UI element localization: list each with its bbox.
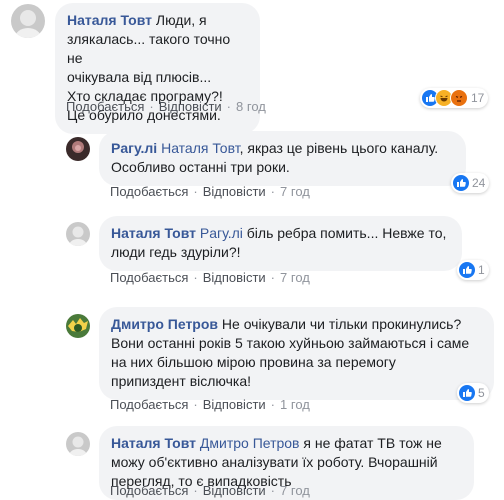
separator: · xyxy=(193,397,198,412)
avatar-photo xyxy=(69,436,87,456)
mention-link[interactable]: Paгу.лі xyxy=(200,225,243,241)
comment-author[interactable]: Paгу.лі xyxy=(111,140,157,156)
comment-actions: Подобається · Відповісти · 1 год xyxy=(110,397,310,412)
reaction-summary[interactable]: 17 xyxy=(420,88,489,108)
comment-actions: Подобається · Відповісти · 7 год xyxy=(110,184,310,199)
avatar[interactable] xyxy=(66,137,90,161)
like-link[interactable]: Подобається xyxy=(66,99,144,114)
separator: · xyxy=(270,397,276,412)
like-link[interactable]: Подобається xyxy=(110,397,188,412)
comment-time[interactable]: 7 год xyxy=(280,483,310,498)
comment-bubble: Наталя Товт Люди, я злякалась... такого … xyxy=(55,3,260,134)
reaction-summary[interactable]: 24 xyxy=(451,173,490,193)
comment-text: , якраз це рівень цього каналу. xyxy=(239,140,439,156)
like-link[interactable]: Подобається xyxy=(110,270,188,285)
comment-text: я не фатат ТВ тож не xyxy=(299,435,442,451)
comment-text: біль ребра помить... Невже то, xyxy=(242,225,447,241)
comment-bubble: Дмитро Петров Не очікували чи тільки про… xyxy=(99,307,494,400)
reply-link[interactable]: Відповісти xyxy=(203,483,266,498)
avatar[interactable] xyxy=(11,4,45,38)
comment-time[interactable]: 7 год xyxy=(280,270,310,285)
comment-text: очікувала від плюсів... xyxy=(67,69,212,85)
comment-text: припиздент віслючка! xyxy=(111,373,251,389)
comment-text: Не очікували чи тільки прокинулись? xyxy=(218,316,462,332)
avatar[interactable] xyxy=(66,432,90,456)
like-reaction-icon xyxy=(459,262,475,278)
mention-link[interactable]: Наталя Товт xyxy=(161,140,240,156)
reply-link[interactable]: Відповісти xyxy=(203,397,266,412)
separator: · xyxy=(193,184,198,199)
like-reaction-icon xyxy=(453,175,469,191)
comment-actions: Подобається · Відповісти · 7 год xyxy=(110,483,310,498)
comment-author[interactable]: Наталя Товт xyxy=(111,435,196,451)
like-link[interactable]: Подобається xyxy=(110,184,188,199)
comment-bubble: Наталя Товт Paгу.лі біль ребра помить...… xyxy=(99,216,462,271)
reaction-summary[interactable]: 1 xyxy=(457,260,489,280)
comment-author[interactable]: Наталя Товт xyxy=(67,12,152,28)
mention-link[interactable]: Дмитро Петров xyxy=(200,435,300,451)
avatar-photo xyxy=(15,10,41,38)
comment-time[interactable]: 8 год xyxy=(236,99,266,114)
comment-text: можу об'єктивно аналізувати їх роботу. В… xyxy=(111,454,438,470)
comment-author[interactable]: Наталя Товт xyxy=(111,225,196,241)
separator: · xyxy=(193,270,198,285)
reply-link[interactable]: Відповісти xyxy=(159,99,222,114)
avatar-photo xyxy=(69,226,87,246)
comment-time[interactable]: 7 год xyxy=(280,184,310,199)
separator: · xyxy=(270,184,276,199)
comment-text: на них більшою мірою провина за перемогу xyxy=(111,354,396,370)
avatar[interactable] xyxy=(66,222,90,246)
reply-link[interactable]: Відповісти xyxy=(203,270,266,285)
reaction-count: 5 xyxy=(478,386,485,400)
reaction-count: 17 xyxy=(471,91,485,105)
avatar[interactable] xyxy=(66,314,90,338)
separator: · xyxy=(226,99,232,114)
reaction-count: 1 xyxy=(478,263,485,277)
reaction-count: 24 xyxy=(472,176,486,190)
avatar-photo xyxy=(72,141,84,153)
avatar-photo xyxy=(68,318,88,332)
like-link[interactable]: Подобається xyxy=(110,483,188,498)
comment-time[interactable]: 1 год xyxy=(280,397,310,412)
angry-reaction-icon xyxy=(450,89,468,107)
comment-text: Вони останні років 5 такою хуйньою займа… xyxy=(111,335,470,351)
comment-bubble: Paгу.лі Наталя Товт, якраз це рівень цьо… xyxy=(99,131,466,186)
separator: · xyxy=(270,483,276,498)
comment-actions: Подобається · Відповісти · 8 год xyxy=(66,99,266,114)
separator: · xyxy=(270,270,276,285)
separator: · xyxy=(193,483,198,498)
comment-author[interactable]: Дмитро Петров xyxy=(111,316,218,332)
comment-text: люди гедь здуріли?! xyxy=(111,244,241,260)
like-reaction-icon xyxy=(459,385,475,401)
reply-link[interactable]: Відповісти xyxy=(203,184,266,199)
comment-actions: Подобається · Відповісти · 7 год xyxy=(110,270,310,285)
comment-text: Особливо останні три роки. xyxy=(111,159,290,175)
separator: · xyxy=(149,99,154,114)
reaction-summary[interactable]: 5 xyxy=(457,383,489,403)
